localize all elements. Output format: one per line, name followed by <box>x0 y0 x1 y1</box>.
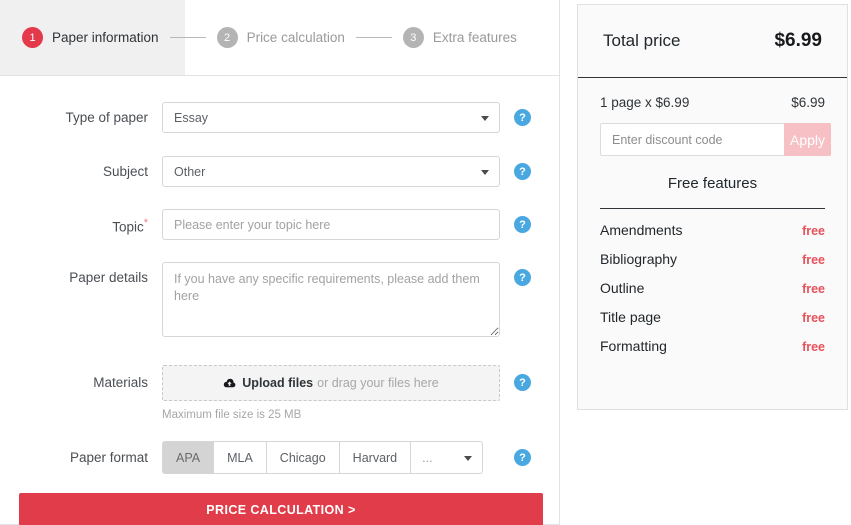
apply-discount-button[interactable]: Apply <box>784 123 832 156</box>
free-feature-name: Outline <box>600 280 645 296</box>
free-feature-name: Formatting <box>600 338 667 354</box>
step-connector-1 <box>169 37 206 38</box>
label-materials: Materials <box>93 375 148 390</box>
topic-input[interactable] <box>162 209 500 240</box>
help-icon-topic[interactable]: ? <box>514 216 531 233</box>
free-feature-price: free <box>802 282 825 296</box>
row-topic: Topic* ? <box>0 209 559 240</box>
control-topic <box>162 209 500 240</box>
upload-files-text: Upload files <box>242 376 314 390</box>
step-1-label: Paper information <box>52 30 159 45</box>
list-item: Amendments free <box>578 222 847 238</box>
type-of-paper-value: Essay <box>174 110 209 125</box>
label-type-of-paper: Type of paper <box>65 110 148 125</box>
free-feature-price: free <box>802 340 825 354</box>
order-summary-panel: Total price $6.99 1 page x $6.99 $6.99 A… <box>577 4 848 410</box>
free-feature-name: Amendments <box>600 222 683 238</box>
help-icon-materials[interactable]: ? <box>514 374 531 391</box>
free-feature-name: Title page <box>600 309 661 325</box>
row-subject: Subject Other ? <box>0 156 559 187</box>
step-navigation: 1 Paper information 2 Price calculation … <box>0 0 559 76</box>
control-materials: Upload files or drag your files here Max… <box>162 365 500 421</box>
discount-code-group: Apply <box>600 123 832 156</box>
row-paper-format: Paper format APA MLA Chicago Harvard ...… <box>0 441 559 474</box>
help-icon-paper-format[interactable]: ? <box>514 449 531 466</box>
step-3-label: Extra features <box>432 30 517 45</box>
chevron-down-icon <box>464 455 473 461</box>
step-3-badge: 3 <box>402 27 424 48</box>
paper-format-more-label: ... <box>422 450 433 465</box>
order-form-card: 1 Paper information 2 Price calculation … <box>0 0 560 525</box>
step-2-badge: 2 <box>216 27 238 48</box>
list-item: Title page free <box>578 309 847 325</box>
price-calculation-button[interactable]: PRICE CALCULATION > <box>19 493 543 525</box>
list-item: Bibliography free <box>578 251 847 267</box>
label-topic-text: Topic <box>112 219 144 235</box>
chevron-down-icon <box>481 115 489 121</box>
control-subject: Other <box>162 156 500 187</box>
drag-files-text: or drag your files here <box>317 376 439 390</box>
row-materials: Materials Upload files or drag your file… <box>0 365 559 421</box>
free-feature-price: free <box>802 311 825 325</box>
total-price-label: Total price <box>603 31 681 50</box>
free-feature-price: free <box>802 224 825 238</box>
order-form-page: 1 Paper information 2 Price calculation … <box>0 0 851 525</box>
total-price-header: Total price $6.99 <box>578 5 847 78</box>
order-form: Type of paper Essay ? Subject Other ? To… <box>0 102 559 474</box>
control-type-of-paper: Essay <box>162 102 500 133</box>
cloud-upload-icon <box>223 378 236 389</box>
help-icon-type-of-paper[interactable]: ? <box>514 109 531 126</box>
line-item-value: $6.99 <box>791 95 825 110</box>
step-extra-features[interactable]: 3 Extra features <box>402 27 517 48</box>
paper-details-textarea[interactable] <box>162 262 500 337</box>
discount-code-input[interactable] <box>600 123 784 156</box>
label-topic: Topic* <box>0 209 162 234</box>
subject-select[interactable]: Other <box>162 156 500 187</box>
type-of-paper-select[interactable]: Essay <box>162 102 500 133</box>
step-2-label: Price calculation <box>246 30 345 45</box>
paper-format-more-select[interactable]: ... <box>411 441 484 474</box>
step-paper-information[interactable]: 1 Paper information <box>22 27 159 48</box>
total-price-value: $6.99 <box>774 30 822 51</box>
list-item: Formatting free <box>578 338 847 354</box>
chevron-down-icon <box>481 169 489 175</box>
free-feature-name: Bibliography <box>600 251 678 267</box>
paper-format-apa[interactable]: APA <box>162 441 215 474</box>
help-icon-paper-details[interactable]: ? <box>514 269 531 286</box>
free-features-title: Free features <box>667 175 758 192</box>
paper-format-harvard[interactable]: Harvard <box>339 441 412 474</box>
control-paper-format: APA MLA Chicago Harvard ... <box>162 441 500 474</box>
label-paper-format: Paper format <box>69 450 148 465</box>
label-paper-details: Paper details <box>69 270 148 285</box>
max-file-size-hint: Maximum file size is 25 MB <box>162 409 302 421</box>
paper-format-button-group: APA MLA Chicago Harvard ... <box>162 441 500 474</box>
paper-format-mla[interactable]: MLA <box>214 441 267 474</box>
free-feature-price: free <box>802 253 825 267</box>
step-price-calculation[interactable]: 2 Price calculation <box>216 27 345 48</box>
line-item-label: 1 page x $6.99 <box>600 95 690 110</box>
step-connector-2 <box>355 37 392 38</box>
control-paper-details <box>162 262 500 342</box>
step-1-badge: 1 <box>22 27 43 48</box>
row-paper-details: Paper details ? <box>0 262 559 342</box>
help-icon-subject[interactable]: ? <box>514 163 531 180</box>
free-features-divider <box>600 208 825 209</box>
label-subject: Subject <box>102 164 148 179</box>
line-item-row: 1 page x $6.99 $6.99 <box>578 95 847 110</box>
row-type-of-paper: Type of paper Essay ? <box>0 102 559 133</box>
list-item: Outline free <box>578 280 847 296</box>
file-upload-dropzone[interactable]: Upload files or drag your files here <box>162 365 500 401</box>
subject-value: Other <box>174 164 206 179</box>
required-asterisk: * <box>143 217 148 229</box>
paper-format-chicago[interactable]: Chicago <box>266 441 340 474</box>
